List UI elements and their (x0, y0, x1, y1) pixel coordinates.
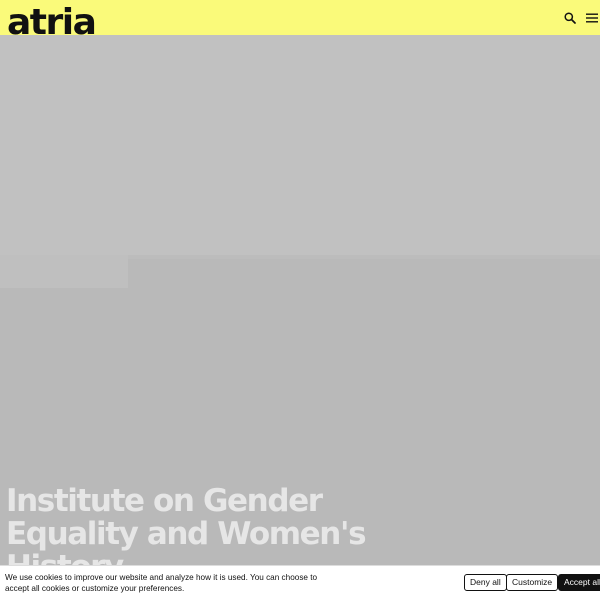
hamburger-menu-icon[interactable] (583, 9, 600, 27)
site-header: atria (0, 0, 600, 35)
deny-all-button[interactable]: Deny all (464, 574, 507, 591)
hero-image-placeholder (0, 35, 600, 255)
hero-image-block (0, 255, 128, 288)
hero-image-strip (128, 255, 600, 259)
search-icon[interactable] (561, 9, 579, 27)
cookie-banner: We use cookies to improve our website an… (0, 565, 600, 600)
cookie-message: We use cookies to improve our website an… (5, 573, 318, 593)
hero-section: Institute on Gender Equality and Women's… (0, 35, 600, 565)
hero-title: Institute on Gender Equality and Women's… (6, 483, 367, 566)
atria-logo[interactable]: atria (7, 1, 97, 35)
customize-button[interactable]: Customize (506, 574, 559, 591)
accept-all-button[interactable]: Accept all (558, 574, 600, 591)
